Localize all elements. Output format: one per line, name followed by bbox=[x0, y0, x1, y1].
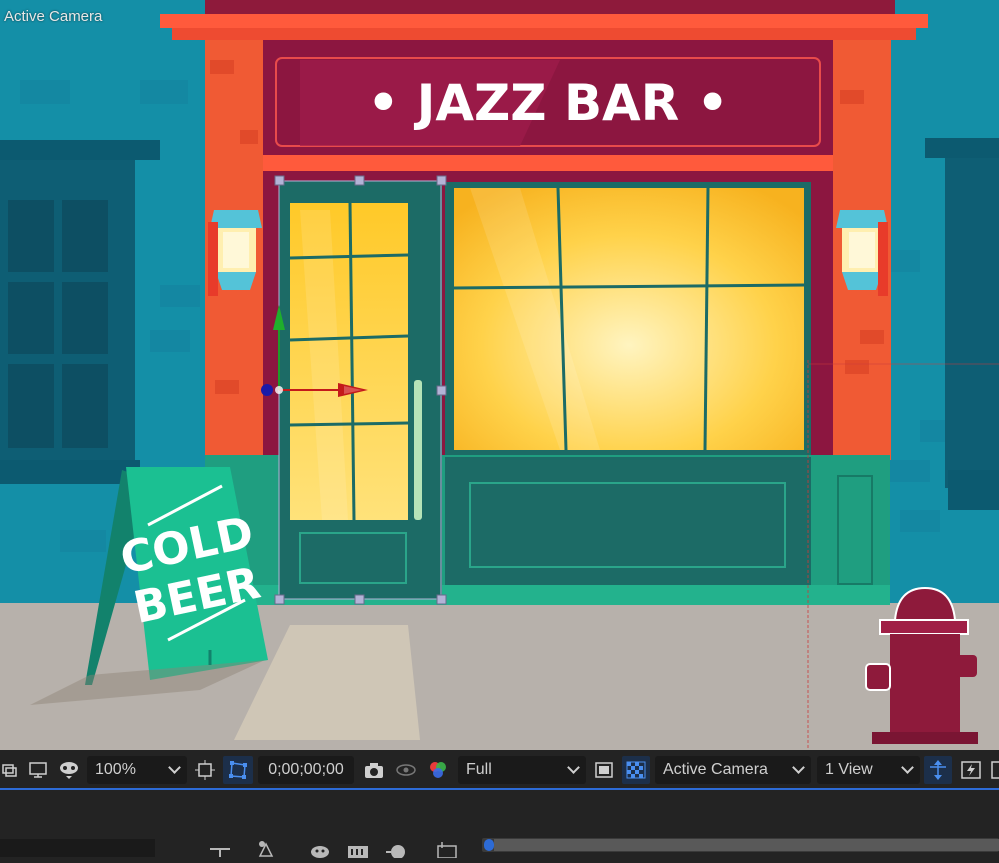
timecode-field[interactable]: 0;00;00;00 bbox=[258, 756, 354, 784]
navigator-range[interactable] bbox=[494, 839, 999, 851]
navigator-start-handle[interactable] bbox=[484, 839, 494, 851]
sign-title: • JAZZ BAR • bbox=[367, 74, 728, 132]
motion-blur-icon[interactable] bbox=[384, 840, 408, 863]
z-axis-handle-icon[interactable] bbox=[261, 384, 273, 396]
draft-3d-icon[interactable] bbox=[254, 840, 280, 863]
camera-value: Active Camera bbox=[663, 761, 768, 778]
handle-top-right[interactable] bbox=[436, 175, 447, 186]
monitor-icon[interactable] bbox=[25, 756, 51, 784]
timecode-value: 0;00;00;00 bbox=[268, 761, 344, 778]
handle-top-center[interactable] bbox=[354, 175, 365, 186]
toggle-mask-path-icon[interactable] bbox=[223, 756, 253, 784]
mask-view-icon[interactable] bbox=[56, 756, 82, 784]
zoom-value: 100% bbox=[95, 761, 136, 778]
frame-blending-icon[interactable] bbox=[346, 840, 370, 863]
chevron-down-icon bbox=[792, 761, 805, 774]
composition-viewer[interactable]: • JAZZ BAR • COLD BEER Active Camera bbox=[0, 0, 999, 750]
active-camera-label: Active Camera bbox=[4, 8, 103, 25]
shy-layers-icon[interactable] bbox=[308, 840, 332, 863]
layers-icon[interactable] bbox=[0, 756, 18, 784]
handle-bottom-right[interactable] bbox=[436, 594, 447, 605]
region-of-interest-icon[interactable] bbox=[192, 756, 218, 784]
composition-flowchart-icon[interactable] bbox=[208, 840, 232, 863]
show-snapshot-icon[interactable] bbox=[394, 756, 418, 784]
viewer-toolbar: 100% 0;00;00;00 Full Active Camera 1 Vie… bbox=[0, 750, 999, 790]
fast-previews-icon[interactable] bbox=[958, 756, 984, 784]
camera-dropdown[interactable]: Active Camera bbox=[655, 756, 811, 784]
handle-bottom-left[interactable] bbox=[274, 594, 285, 605]
chevron-down-icon bbox=[567, 761, 580, 774]
view-layout-value: 1 View bbox=[825, 761, 873, 778]
fast-preview-icon[interactable] bbox=[592, 756, 616, 784]
search-layers-field[interactable] bbox=[0, 839, 155, 857]
timeline-panel bbox=[0, 790, 999, 859]
camera-snapshot-icon[interactable] bbox=[362, 756, 386, 784]
resolution-value: Full bbox=[466, 761, 492, 778]
zoom-dropdown[interactable]: 100% bbox=[87, 756, 187, 784]
resolution-dropdown[interactable]: Full bbox=[458, 756, 586, 784]
chevron-down-icon bbox=[901, 761, 914, 774]
timeline-navigator[interactable] bbox=[482, 838, 999, 852]
handle-top-left[interactable] bbox=[274, 175, 285, 186]
graph-editor-icon[interactable] bbox=[434, 840, 460, 863]
view-layout-dropdown[interactable]: 1 View bbox=[817, 756, 920, 784]
toggle-view-options-icon[interactable] bbox=[924, 756, 952, 784]
transparency-grid-icon[interactable] bbox=[622, 756, 650, 784]
jazz-bar-artwork: • JAZZ BAR • COLD BEER bbox=[0, 0, 999, 750]
color-channels-icon[interactable] bbox=[426, 756, 450, 784]
reset-exposure-icon[interactable] bbox=[990, 756, 999, 784]
handle-bottom-center[interactable] bbox=[354, 594, 365, 605]
handle-middle-right[interactable] bbox=[436, 385, 447, 396]
chevron-down-icon bbox=[168, 761, 181, 774]
